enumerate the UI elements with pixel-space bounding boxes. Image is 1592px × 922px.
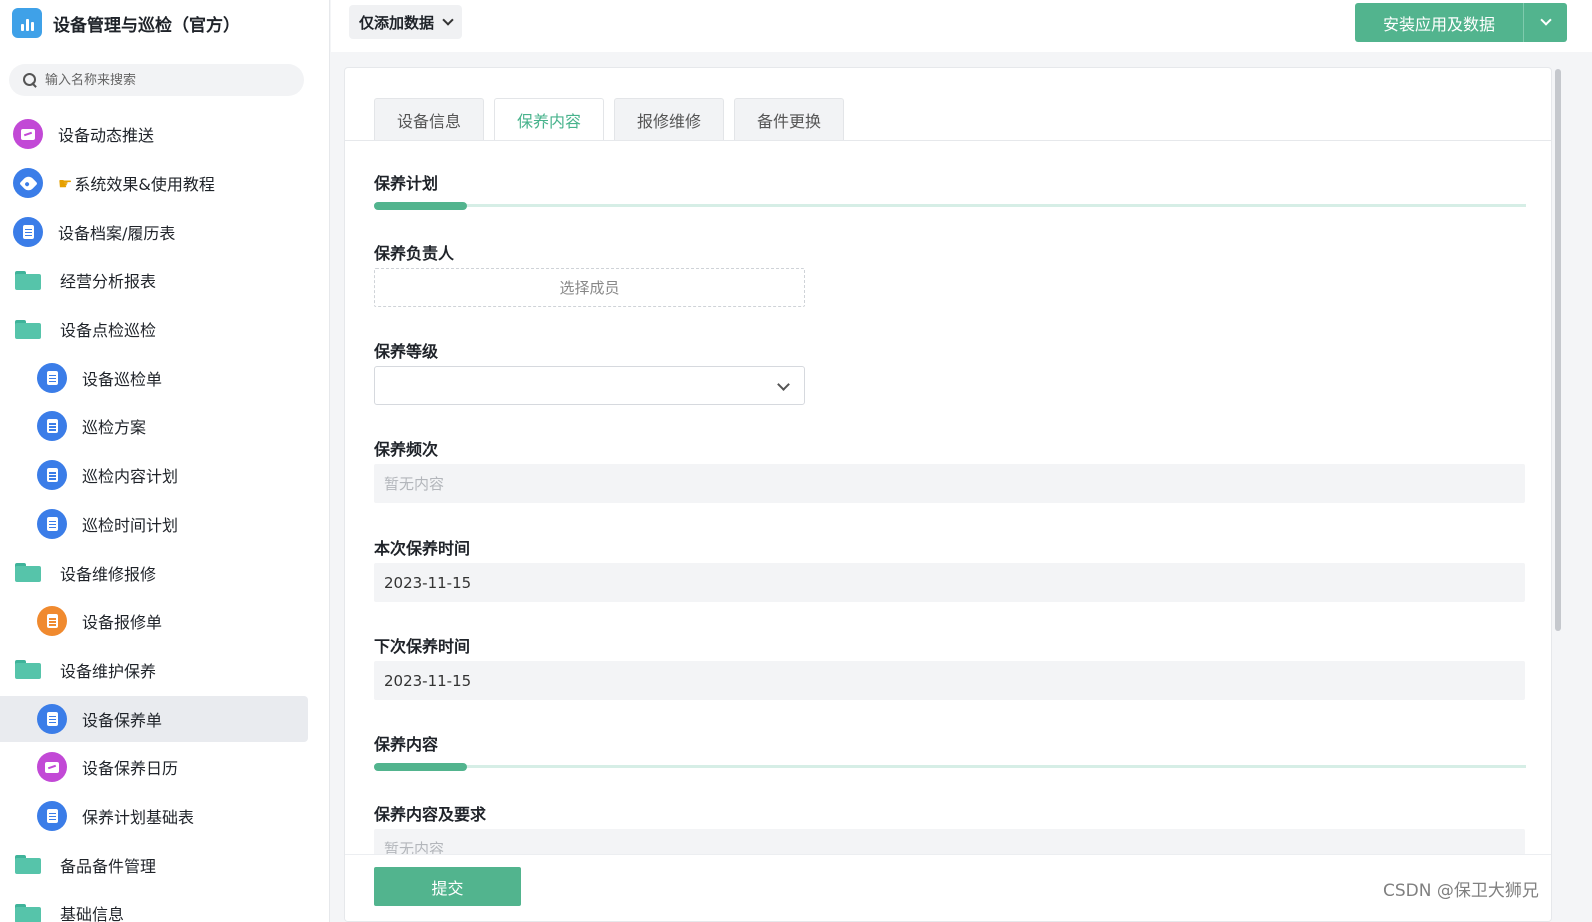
install-label: 安装应用及数据 (1382, 14, 1495, 34)
sidebar-folder-maintenance[interactable]: 设备维护保养 (0, 646, 329, 695)
chevron-down-icon (1539, 14, 1552, 26)
sidebar-folder-spare-parts[interactable]: 备品备件管理 (0, 840, 329, 889)
app-logo-icon (12, 8, 42, 38)
folder-icon (15, 903, 41, 922)
tab-spare-parts[interactable]: 备件更换 (734, 98, 844, 141)
level-label: 保养等级 (374, 342, 439, 361)
sidebar-item-label: 设备点检巡检 (60, 321, 157, 341)
folder-icon (15, 660, 41, 680)
chevron-down-icon (442, 13, 454, 26)
sidebar-item-tutorial[interactable]: ☛ 系统效果&使用教程 (0, 159, 329, 208)
member-placeholder: 选择成员 (559, 279, 620, 297)
search-icon (23, 73, 37, 87)
panel-scrollbar[interactable] (1553, 67, 1563, 922)
chevron-down-icon (777, 378, 790, 391)
document-icon (37, 606, 67, 637)
scroll-thumb[interactable] (1555, 69, 1561, 631)
next-time-value: 2023-11-15 (374, 661, 1525, 700)
owner-label: 保养负责人 (374, 244, 455, 263)
sidebar-item-label: 保养计划基础表 (82, 807, 195, 827)
monitor-icon (13, 119, 43, 150)
next-time-label: 下次保养时间 (374, 637, 471, 656)
sidebar-folder-basic-info[interactable]: 基础信息 (0, 889, 329, 922)
document-icon (37, 508, 67, 539)
search-box[interactable] (9, 64, 304, 96)
sidebar-item-label: 巡检时间计划 (82, 515, 179, 535)
tab-bar: 设备信息 保养内容 报修维修 备件更换 (374, 98, 844, 141)
sidebar-item-inspection-time-plan[interactable]: 巡检时间计划 (0, 500, 329, 549)
sidebar-item-maintenance-base[interactable]: 保养计划基础表 (0, 792, 329, 841)
sidebar-item-device-push[interactable]: 设备动态推送 (0, 110, 329, 159)
sidebar-item-label: 经营分析报表 (60, 272, 157, 292)
sidebar-item-label: 设备保养单 (82, 710, 163, 730)
select-member-field[interactable]: 选择成员 (374, 268, 805, 307)
sidebar-item-maintenance-calendar[interactable]: 设备保养日历 (0, 743, 329, 792)
watermark: CSDN @保卫大狮兄 (1383, 881, 1539, 901)
folder-icon (15, 855, 41, 875)
sidebar-item-maintenance-sheet[interactable]: 设备保养单 (0, 694, 329, 743)
sidebar-item-label: 设备动态推送 (58, 126, 155, 146)
monitor-icon (37, 752, 67, 783)
sidebar-folder-repair[interactable]: 设备维修报修 (0, 548, 329, 597)
this-time-label: 本次保养时间 (374, 539, 471, 558)
tab-device-info[interactable]: 设备信息 (374, 98, 484, 141)
document-icon (37, 703, 67, 734)
sidebar: 设备管理与巡检（官方） 设备动态推送 ☛ 系统效果&使用教程 设备档案/履历表 … (0, 0, 330, 922)
pointing-hand-icon: ☛ (58, 173, 73, 193)
document-icon (13, 216, 43, 247)
section-title-content: 保养内容 (374, 735, 439, 754)
folder-icon (15, 270, 41, 290)
tab-maintenance-content[interactable]: 保养内容 (494, 98, 604, 141)
sidebar-item-label: 设备报修单 (82, 613, 163, 633)
sidebar-item-repair-sheet[interactable]: 设备报修单 (0, 597, 329, 646)
install-app-button[interactable]: 安装应用及数据 (1355, 3, 1567, 42)
sidebar-item-label: 设备巡检单 (82, 369, 163, 389)
document-icon (37, 460, 67, 491)
tab-repair[interactable]: 报修维修 (614, 98, 724, 141)
filter-label: 仅添加数据 (359, 13, 435, 32)
tab-underline (345, 140, 1551, 141)
app-header[interactable]: 设备管理与巡检（官方） (12, 6, 240, 40)
folder-icon (15, 563, 41, 583)
sidebar-item-label: 设备维护保养 (60, 661, 157, 681)
sidebar-item-inspection-sheet[interactable]: 设备巡检单 (0, 353, 329, 402)
this-time-value: 2023-11-15 (374, 563, 1525, 602)
level-select[interactable] (374, 366, 805, 405)
sidebar-item-inspection-content-plan[interactable]: 巡检内容计划 (0, 451, 329, 500)
sidebar-item-device-archive[interactable]: 设备档案/履历表 (0, 207, 329, 256)
submit-button[interactable]: 提交 (374, 867, 521, 906)
section-divider (374, 202, 1526, 210)
tag-icon (13, 168, 43, 199)
search-input[interactable] (45, 72, 285, 88)
frequency-value: 暂无内容 (374, 464, 1525, 503)
sidebar-item-inspection-plan[interactable]: 巡检方案 (0, 402, 329, 451)
content-req-label: 保养内容及要求 (374, 805, 487, 824)
filter-dropdown[interactable]: 仅添加数据 (349, 5, 463, 39)
folder-icon (15, 319, 41, 339)
install-dropdown-toggle[interactable] (1524, 14, 1567, 26)
section-title-plan: 保养计划 (374, 174, 439, 193)
top-bar: 仅添加数据 安装应用及数据 (331, 0, 1592, 52)
record-panel: 设备信息 保养内容 报修维修 备件更换 保养计划 保养负责人 选择成员 保养等级… (344, 67, 1552, 922)
sidebar-item-label: 巡检方案 (82, 418, 147, 438)
document-icon (37, 411, 67, 442)
document-icon (37, 362, 67, 393)
sidebar-item-label: 系统效果&使用教程 (74, 175, 215, 195)
sidebar-item-label: 设备保养日历 (82, 759, 179, 779)
sidebar-folder-inspection[interactable]: 设备点检巡检 (0, 305, 329, 354)
sidebar-item-label: 设备维修报修 (60, 564, 157, 584)
section-divider (374, 763, 1526, 771)
sidebar-item-label: 巡检内容计划 (82, 467, 179, 487)
sidebar-item-label: 设备档案/履历表 (58, 223, 176, 243)
form-footer: 提交 (345, 854, 1551, 921)
frequency-label: 保养频次 (374, 440, 439, 459)
document-icon (37, 800, 67, 831)
sidebar-folder-reports[interactable]: 经营分析报表 (0, 256, 329, 305)
app-title: 设备管理与巡检（官方） (53, 15, 240, 36)
sidebar-nav: 设备动态推送 ☛ 系统效果&使用教程 设备档案/履历表 经营分析报表 设备点检巡… (0, 110, 329, 922)
sidebar-item-label: 备品备件管理 (60, 856, 157, 876)
sidebar-item-label: 基础信息 (60, 905, 125, 922)
